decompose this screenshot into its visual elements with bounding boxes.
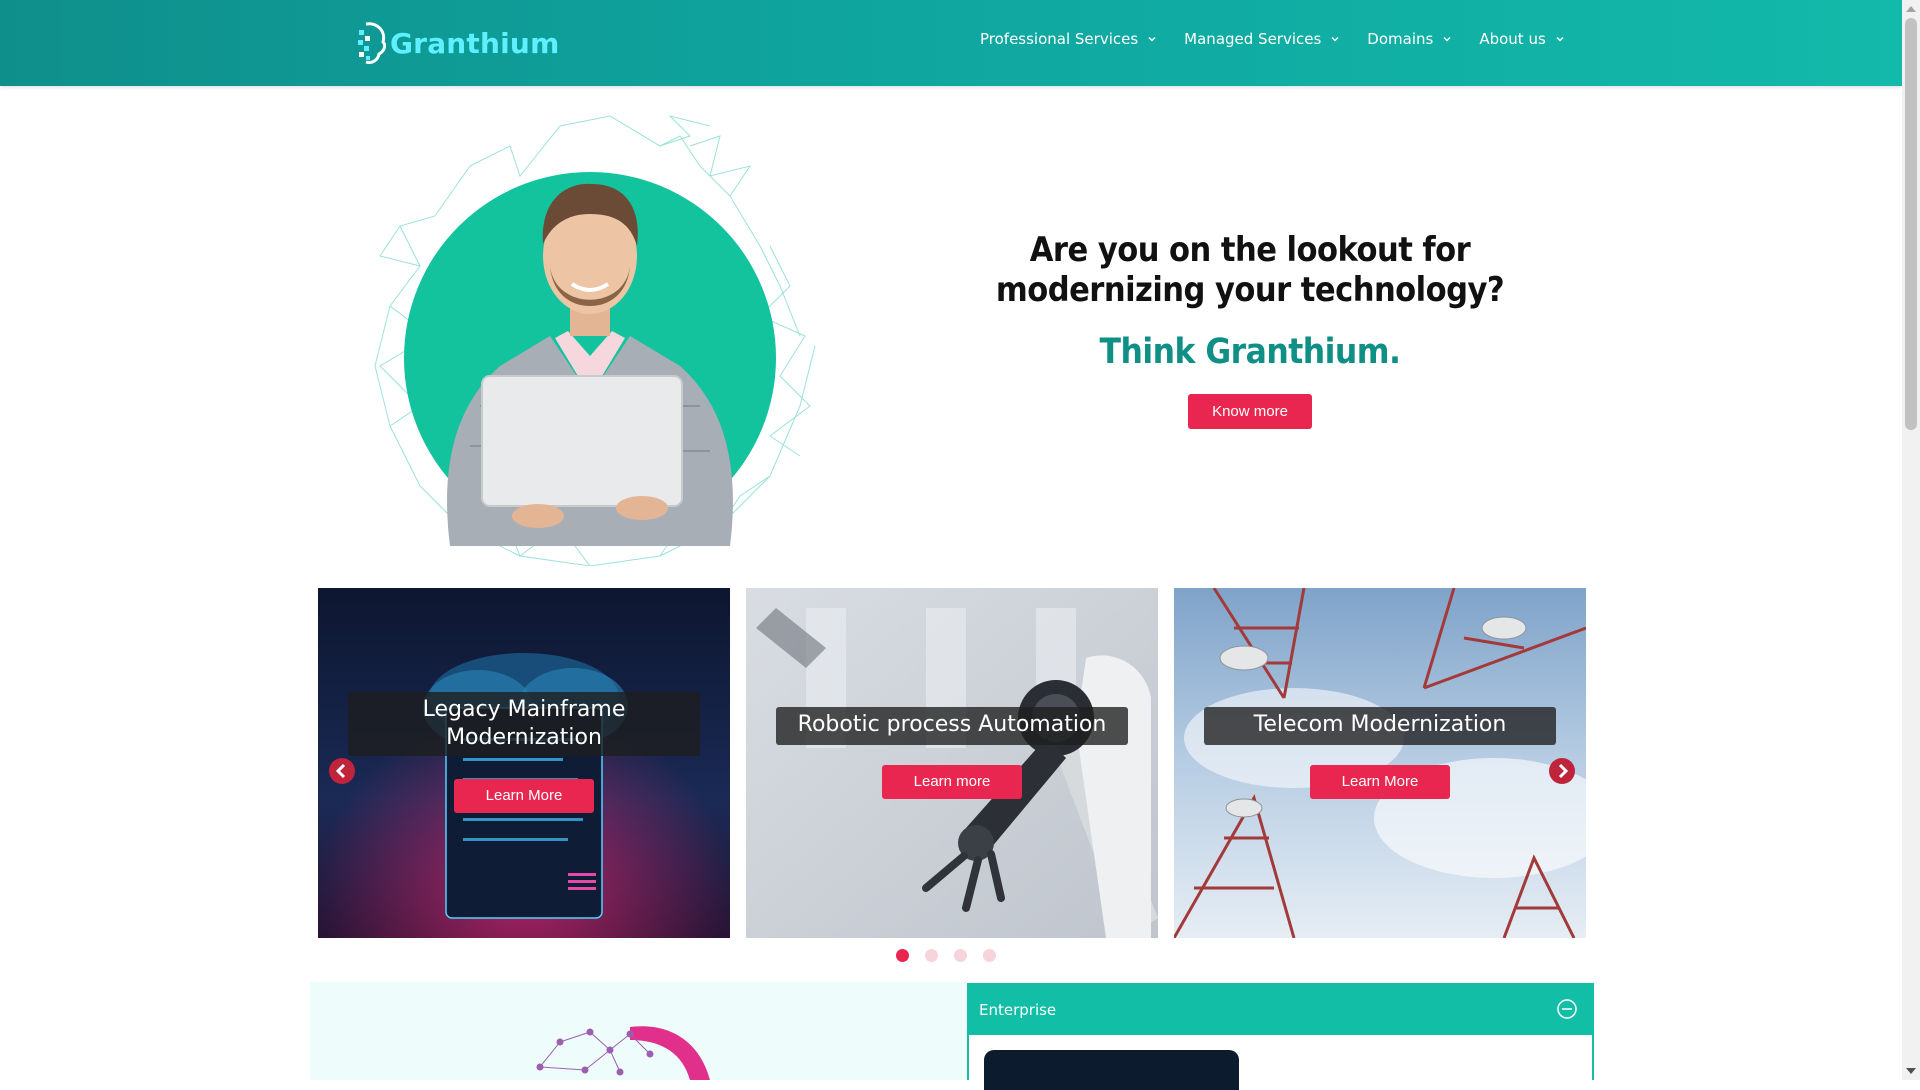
telecom-towers-image <box>1174 588 1586 938</box>
enterprise-accordion: Enterprise <box>967 983 1594 1090</box>
nav-label: Managed Services <box>1184 30 1322 48</box>
accordion-header[interactable]: Enterprise <box>969 985 1592 1035</box>
logo-text: Granthium <box>390 26 560 60</box>
chevron-down-icon <box>1148 37 1156 42</box>
enterprise-illustration-panel <box>310 982 968 1080</box>
chevron-right-icon <box>1558 763 1569 779</box>
cloud-server-image <box>318 588 730 938</box>
scroll-thumb[interactable] <box>1905 18 1917 430</box>
nav-professional-services[interactable]: Professional Services <box>980 30 1157 48</box>
scroll-up-icon[interactable] <box>1906 6 1916 12</box>
nav-label: About us <box>1479 30 1546 48</box>
nav-label: Professional Services <box>980 30 1139 48</box>
card-title: Robotic process Automation <box>776 707 1128 745</box>
carousel-dot-3[interactable] <box>954 949 967 962</box>
page-scrollbar[interactable] <box>1902 0 1920 1080</box>
logo[interactable]: Granthium <box>356 20 559 66</box>
hero-text: Are you on the lookout for modernizing y… <box>900 230 1600 429</box>
know-more-button[interactable]: Know more <box>1188 394 1312 429</box>
chevron-down-icon <box>1443 37 1451 42</box>
collapse-minus-icon[interactable] <box>1556 998 1578 1020</box>
carousel-dot-1[interactable] <box>896 949 909 962</box>
learn-more-button[interactable]: Learn more <box>882 765 1022 799</box>
services-carousel: Legacy Mainframe Modernization Learn Mor… <box>318 588 1586 938</box>
hero-title: Are you on the lookout for modernizing y… <box>995 230 1505 310</box>
accordion-thumbnail-image <box>984 1050 1239 1090</box>
learn-more-button[interactable]: Learn More <box>454 779 594 813</box>
chevron-left-icon <box>335 763 346 779</box>
card-title: Legacy Mainframe Modernization <box>348 692 700 756</box>
accordion-title: Enterprise <box>979 1001 1057 1019</box>
site-header: Granthium Professional Services Managed … <box>0 0 1902 86</box>
chevron-down-icon <box>1331 37 1339 42</box>
learn-more-button[interactable]: Learn More <box>1310 765 1450 799</box>
carousel-card-rpa[interactable]: Robotic process Automation Learn more <box>746 588 1158 938</box>
businessman-hero-image <box>374 115 816 566</box>
carousel-dot-4[interactable] <box>983 949 996 962</box>
carousel-card-telecom[interactable]: Telecom Modernization Learn More <box>1174 588 1586 938</box>
carousel-dot-2[interactable] <box>925 949 938 962</box>
nav-label: Domains <box>1367 30 1434 48</box>
carousel-dots <box>896 949 1012 962</box>
carousel-prev-button[interactable] <box>329 758 355 784</box>
carousel-next-button[interactable] <box>1549 758 1575 784</box>
network-globe-image <box>536 1026 710 1080</box>
nav-domains[interactable]: Domains <box>1367 30 1452 48</box>
card-title: Telecom Modernization <box>1204 707 1556 745</box>
chevron-down-icon <box>1556 37 1564 42</box>
robotic-arm-image <box>746 588 1158 938</box>
nav-managed-services[interactable]: Managed Services <box>1184 30 1340 48</box>
nav-about-us[interactable]: About us <box>1479 30 1564 48</box>
carousel-card-legacy-mainframe[interactable]: Legacy Mainframe Modernization Learn Mor… <box>318 588 730 938</box>
hero-tagline: Think Granthium. <box>1099 332 1402 372</box>
main-nav: Professional Services Managed Services D… <box>980 30 1592 48</box>
brain-logo-icon <box>358 22 386 64</box>
scroll-down-icon[interactable] <box>1906 1068 1916 1074</box>
